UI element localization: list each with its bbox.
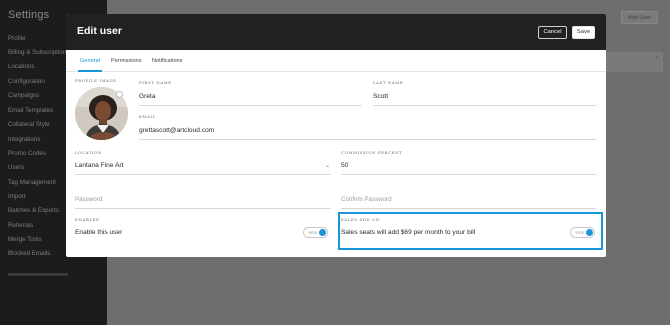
- sidebar-title: Settings: [8, 9, 50, 21]
- confirm-password-underline: [341, 208, 596, 209]
- add-user-button[interactable]: Add User: [621, 11, 658, 24]
- confirm-password-field[interactable]: Confirm Password: [341, 196, 392, 203]
- modal-title: Edit user: [77, 25, 122, 37]
- commission-underline: [341, 174, 596, 175]
- first-name-underline: [139, 105, 362, 106]
- enable-user-text: Enable this user: [75, 229, 123, 236]
- chevron-down-icon[interactable]: ⌄: [325, 162, 330, 169]
- cancel-button[interactable]: Cancel: [538, 26, 567, 39]
- toggle-label: YES: [308, 230, 318, 235]
- last-name-field[interactable]: Scott: [373, 93, 388, 100]
- location-underline: [75, 174, 331, 175]
- toggle-knob: [586, 229, 593, 236]
- enabled-label: ENABLED: [75, 217, 100, 222]
- sales-add-on-toggle[interactable]: YES: [570, 227, 595, 238]
- save-button[interactable]: Save: [572, 26, 595, 39]
- email-label: EMAIL: [139, 114, 156, 119]
- edit-photo-icon[interactable]: [116, 91, 123, 98]
- email-field[interactable]: grettascott@artcloud.com: [139, 127, 214, 134]
- password-underline: [75, 208, 331, 209]
- location-select[interactable]: Lantana Fine Art: [75, 162, 123, 169]
- commission-field[interactable]: 50: [341, 162, 348, 169]
- location-label: LOCATION: [75, 150, 102, 155]
- tab-general[interactable]: General: [80, 58, 100, 64]
- chevron-up-icon[interactable]: ⌃: [654, 56, 659, 63]
- first-name-field[interactable]: Greta: [139, 93, 156, 100]
- last-name-underline: [373, 105, 596, 106]
- commission-label: COMMISSION PERCENT: [341, 150, 403, 155]
- sales-add-on-text: Sales seats will add $69 per month to yo…: [341, 229, 476, 236]
- last-name-label: LAST NAME: [373, 80, 404, 85]
- toggle-knob: [319, 229, 326, 236]
- tab-permissions[interactable]: Permissions: [111, 58, 141, 64]
- tab-notifications[interactable]: Notifications: [152, 58, 182, 64]
- sales-add-on-label: SALES ADD ON: [341, 217, 380, 222]
- edit-user-modal: Edit user Cancel Save General Permission…: [66, 14, 606, 257]
- email-underline: [139, 139, 596, 140]
- first-name-label: FIRST NAME: [139, 80, 172, 85]
- sidebar-footer: [8, 273, 68, 276]
- profile-image-label: PROFILE IMAGE: [75, 78, 117, 83]
- active-tab-indicator: [78, 70, 102, 72]
- modal-tabs: General Permissions Notifications: [66, 50, 606, 72]
- enable-user-toggle[interactable]: YES: [303, 227, 328, 238]
- toggle-label: YES: [575, 230, 585, 235]
- password-field[interactable]: Password: [75, 196, 102, 203]
- modal-header: Edit user Cancel Save: [66, 14, 606, 50]
